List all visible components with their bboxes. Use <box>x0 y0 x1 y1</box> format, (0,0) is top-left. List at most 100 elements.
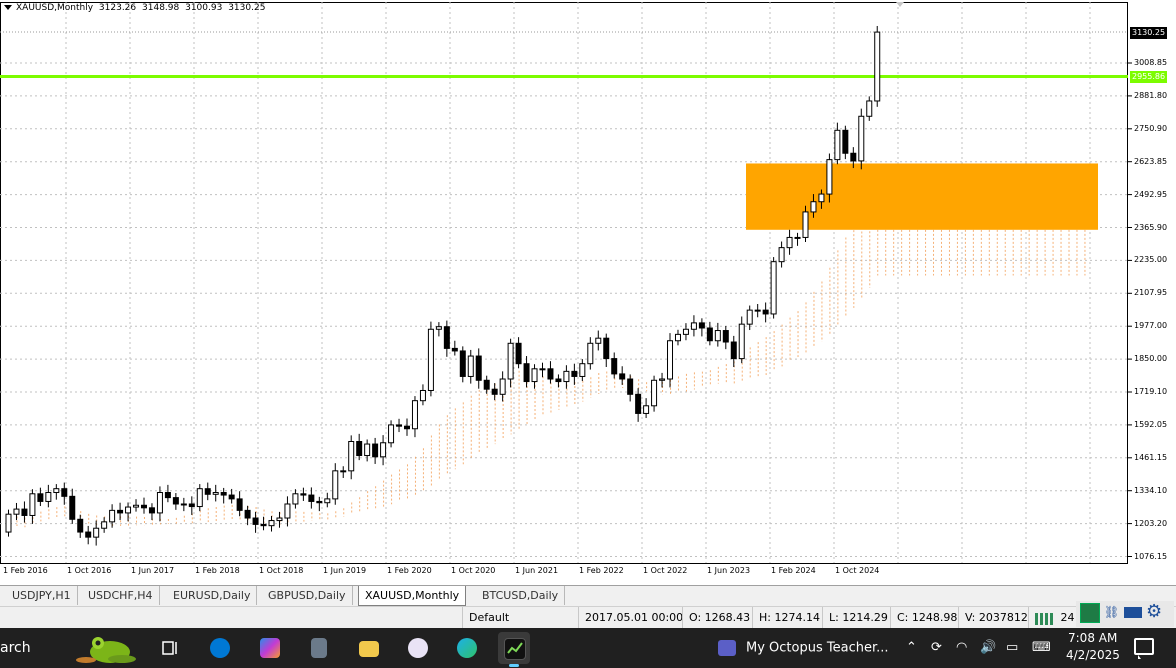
notification-icon[interactable] <box>1134 638 1154 659</box>
bear-candle <box>188 503 195 508</box>
bear-candle <box>722 330 729 343</box>
link-icon[interactable]: ⛓ <box>1104 605 1119 619</box>
price-chart[interactable] <box>0 0 1176 584</box>
clock-date[interactable]: 4/2/2025 <box>1066 648 1120 662</box>
bull-candle <box>579 363 586 377</box>
bear-candle <box>555 378 562 383</box>
chart-shift-marker <box>896 2 904 7</box>
status-profile: Default <box>462 607 577 629</box>
bull-candle <box>467 355 474 377</box>
x-tick-label: 1 Jun 2023 <box>707 566 751 575</box>
bull-candle <box>45 492 52 502</box>
bear-candle <box>619 373 626 380</box>
bull-candle <box>109 509 116 523</box>
bear-candle <box>316 500 323 504</box>
bull-candle <box>427 328 434 391</box>
ic-markets-button[interactable] <box>498 632 530 667</box>
folder-icon <box>359 641 379 657</box>
bear-candle <box>730 341 737 360</box>
bull-candle <box>667 340 674 380</box>
chevron-up-icon[interactable]: ⌃ <box>906 640 917 655</box>
dropdown-triangle-icon[interactable] <box>4 5 12 10</box>
bull-candle <box>324 498 331 504</box>
status-close: C: 1248.98 <box>890 607 959 629</box>
search-box[interactable]: arch <box>0 628 31 668</box>
x-tick-label: 1 Jun 2019 <box>323 566 367 575</box>
bear-candle <box>698 322 705 329</box>
bull-candle <box>507 342 514 380</box>
tab-usdchf-h4[interactable]: USDCHF,H4 <box>82 586 160 605</box>
x-tick-label: 1 Jun 2021 <box>515 566 559 575</box>
bear-candle <box>842 129 849 154</box>
battery-icon[interactable]: ▭ <box>1006 640 1018 655</box>
copilot-button[interactable] <box>254 632 286 664</box>
connection-status[interactable]: 24 <box>1028 607 1079 629</box>
y-tick-label: 1719.10 <box>1134 387 1168 396</box>
task-view-button[interactable] <box>154 632 186 664</box>
bear-candle <box>762 309 769 315</box>
bull-candle <box>794 236 801 239</box>
sync-icon[interactable]: ⟳ <box>931 640 942 655</box>
bull-candle <box>435 326 442 330</box>
calculator-button[interactable] <box>303 632 335 664</box>
bull-candle <box>659 378 666 381</box>
y-tick-label: 2107.95 <box>1134 288 1168 298</box>
frog-icon <box>76 637 136 663</box>
bull-candle <box>866 100 873 117</box>
plot-frame <box>0 2 1128 564</box>
keyboard-icon[interactable] <box>1124 607 1142 618</box>
bear-candle <box>451 347 458 352</box>
status-high: H: 1274.14 <box>752 607 821 629</box>
volume-icon[interactable]: 🔊 <box>980 640 996 655</box>
bear-candle <box>164 492 171 499</box>
bull-candle <box>778 247 785 263</box>
bull-candle <box>5 513 12 533</box>
bear-candle <box>396 424 403 427</box>
media-widget[interactable]: My Octopus Teacher... <box>718 640 889 656</box>
skype-button[interactable] <box>204 632 236 664</box>
x-tick-label: 1 Oct 2020 <box>451 566 496 575</box>
y-tick-label: 2235.00 <box>1134 255 1168 265</box>
file-explorer-button[interactable] <box>353 632 385 664</box>
bull-candle <box>499 378 506 395</box>
bear-candle <box>571 370 578 377</box>
tab-eurusd-daily[interactable]: EURUSD,Daily <box>167 586 258 605</box>
x-tick-label: 1 Jun 2017 <box>131 566 175 575</box>
x-tick-label: 1 Oct 2022 <box>643 566 688 575</box>
bear-candle <box>850 152 857 162</box>
paint-button[interactable] <box>402 632 434 664</box>
bull-candle <box>101 521 108 529</box>
edge-button[interactable] <box>451 632 483 664</box>
tab-gbpusd-daily[interactable]: GBPUSD,Daily <box>262 586 353 605</box>
bull-candle <box>690 322 697 330</box>
bear-candle <box>77 518 84 533</box>
bull-candle <box>156 492 163 514</box>
connection-bars-icon <box>1035 613 1053 625</box>
bull-candle <box>786 236 793 249</box>
bear-candle <box>459 350 466 377</box>
horizontal-line-price-tag: 2955.86 <box>1130 71 1168 83</box>
y-tick-label: 2365.90 <box>1134 222 1168 232</box>
x-tick-label: 1 Oct 2018 <box>259 566 304 575</box>
chart-area[interactable]: XAUUSD,Monthly 3123.26 3148.98 3100.93 3… <box>0 0 1176 584</box>
tab-btcusd-daily[interactable]: BTCUSD,Daily <box>476 586 566 605</box>
status-datetime: 2017.05.01 00:00 <box>578 607 683 629</box>
bull-candle <box>29 493 36 516</box>
media-app-icon <box>718 640 736 656</box>
gear-icon[interactable]: ⚙ <box>1146 601 1162 622</box>
wifi-icon[interactable]: ◠ <box>956 640 967 655</box>
clock-time[interactable]: 7:08 AM <box>1068 631 1117 645</box>
bull-candle <box>802 211 809 238</box>
supply-zone <box>746 163 1098 230</box>
header-low: 3100.93 <box>185 3 223 13</box>
calculator-icon <box>311 638 327 658</box>
bear-candle <box>300 493 307 496</box>
tab-xauusd-monthly[interactable]: XAUUSD,Monthly <box>358 586 467 606</box>
language-icon[interactable]: ⌨ <box>1032 640 1051 655</box>
excel-icon[interactable] <box>1080 603 1100 623</box>
bear-candle <box>204 488 211 495</box>
bull-candle <box>834 129 841 161</box>
tab-usdjpy-h1[interactable]: USDJPY,H1 <box>6 586 78 605</box>
bear-candle <box>515 342 522 365</box>
bull-candle <box>380 442 387 458</box>
